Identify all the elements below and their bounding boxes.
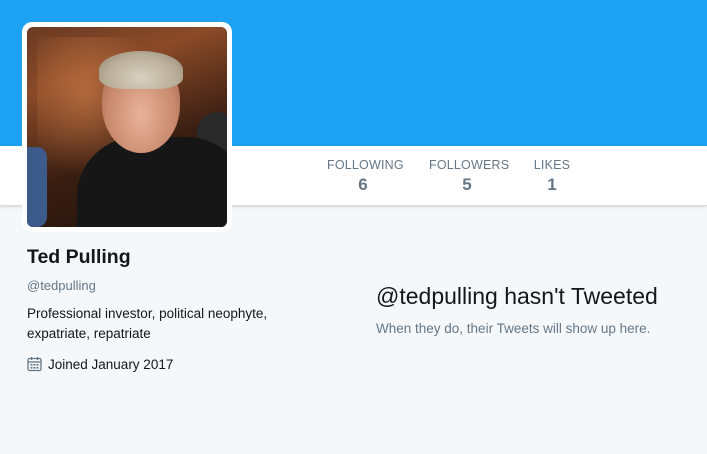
followers-label: FOLLOWERS bbox=[429, 158, 510, 172]
profile-bio: Professional investor, political neophyt… bbox=[27, 306, 268, 341]
likes-label: LIKES bbox=[533, 158, 571, 172]
calendar-icon bbox=[27, 356, 42, 372]
following-label: FOLLOWING bbox=[327, 158, 404, 172]
following-stat[interactable]: FOLLOWING 6 bbox=[327, 158, 404, 195]
profile-joined: Joined January 2017 bbox=[27, 356, 173, 372]
profile-avatar-frame[interactable] bbox=[22, 22, 232, 232]
profile-handle[interactable]: @tedpulling bbox=[27, 278, 96, 293]
avatar-hair bbox=[99, 51, 183, 89]
likes-stat[interactable]: LIKES 1 bbox=[533, 158, 571, 195]
followers-stat[interactable]: FOLLOWERS 5 bbox=[429, 158, 510, 195]
empty-state-title-text: hasn't Tweeted bbox=[497, 283, 658, 309]
avatar-background-person bbox=[27, 147, 47, 227]
avatar[interactable] bbox=[27, 27, 227, 227]
empty-state-handle[interactable]: @tedpulling bbox=[376, 283, 498, 309]
following-count: 6 bbox=[358, 175, 368, 194]
likes-count: 1 bbox=[547, 175, 557, 194]
joined-date: Joined January 2017 bbox=[48, 356, 174, 372]
empty-state-title: @tedpulling hasn't Tweeted bbox=[376, 283, 658, 310]
empty-state-subtitle: When they do, their Tweets will show up … bbox=[376, 321, 651, 336]
followers-count: 5 bbox=[462, 175, 472, 194]
profile-name[interactable]: Ted Pulling bbox=[27, 246, 131, 269]
